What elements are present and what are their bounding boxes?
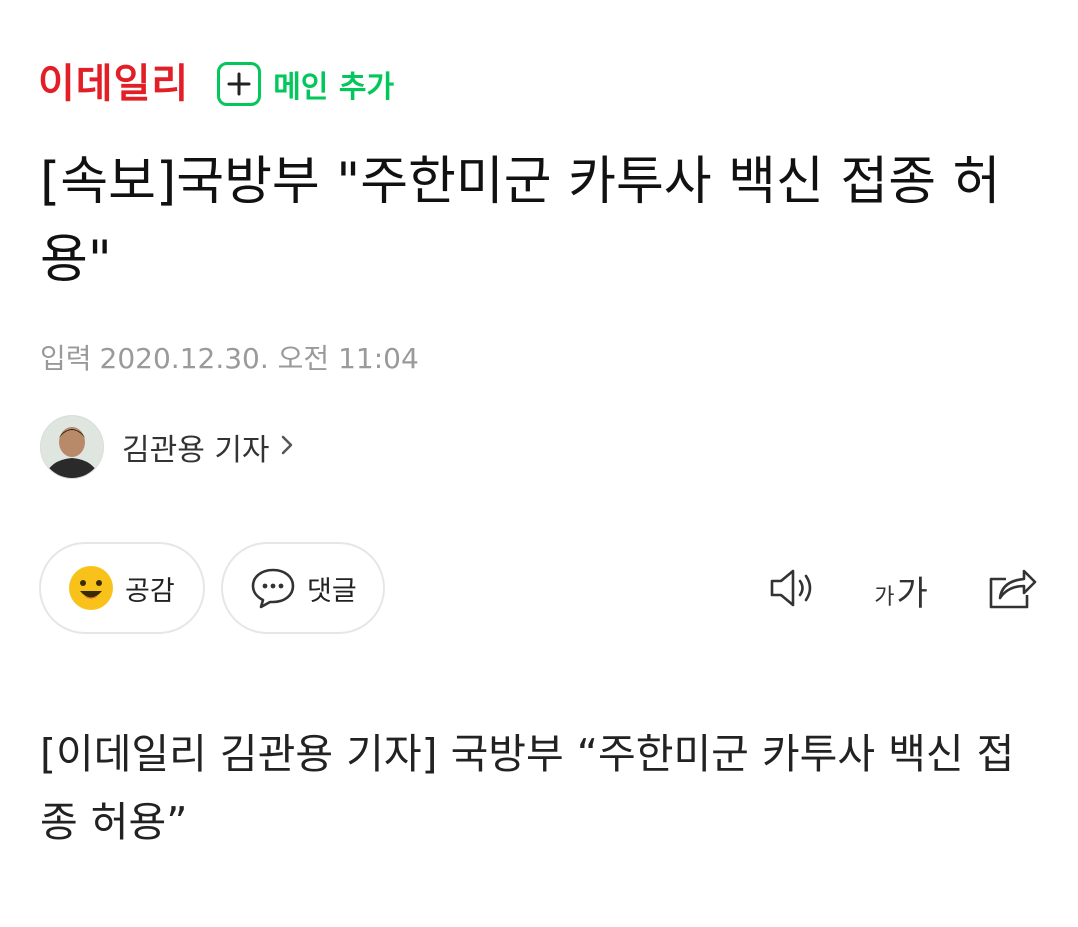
- smiley-icon: [67, 564, 115, 612]
- reporter-name: 김관용 기자: [122, 433, 270, 468]
- reporter-link[interactable]: 김관용 기자: [40, 415, 294, 479]
- article-dateline: 입력 2020.12.30. 오전 11:04: [40, 337, 427, 377]
- date-value: 2020.12.30. 오전 11:04: [99, 342, 419, 375]
- font-size-button[interactable]: 가가: [866, 566, 936, 614]
- main-add-button[interactable]: 메인 추가: [217, 62, 394, 106]
- speaker-icon: [768, 566, 820, 614]
- audio-button[interactable]: [767, 566, 821, 614]
- share-icon: [986, 565, 1038, 615]
- font-small-label: 가: [874, 585, 895, 610]
- date-label: 입력: [40, 342, 92, 375]
- comment-label: 댓글: [307, 575, 357, 607]
- article-body: [이데일리 김관용 기자] 국방부 “주한미군 카투사 백신 접종 허용”: [40, 730, 1015, 846]
- speech-bubble-icon: [249, 564, 297, 612]
- avatar: [40, 415, 104, 479]
- comment-button[interactable]: 댓글: [221, 542, 385, 634]
- article-headline: [속보]국방부 "주한미군 카투사 백신 접종 허용": [40, 152, 1001, 290]
- chevron-right-icon: [280, 433, 294, 461]
- press-logo[interactable]: 이데일리: [38, 64, 189, 104]
- empathy-button[interactable]: 공감: [39, 542, 205, 634]
- plus-icon: [217, 62, 262, 106]
- font-large-label: 가: [896, 573, 928, 614]
- share-button[interactable]: [985, 566, 1039, 614]
- main-add-label: 메인 추가: [273, 70, 395, 105]
- header: 이데일리 메인 추가: [38, 56, 394, 112]
- article-page: 이데일리 메인 추가 [속보]국방부 "주한미군 카투사 백신 접종 허용" 입…: [0, 0, 1078, 927]
- empathy-label: 공감: [125, 575, 175, 607]
